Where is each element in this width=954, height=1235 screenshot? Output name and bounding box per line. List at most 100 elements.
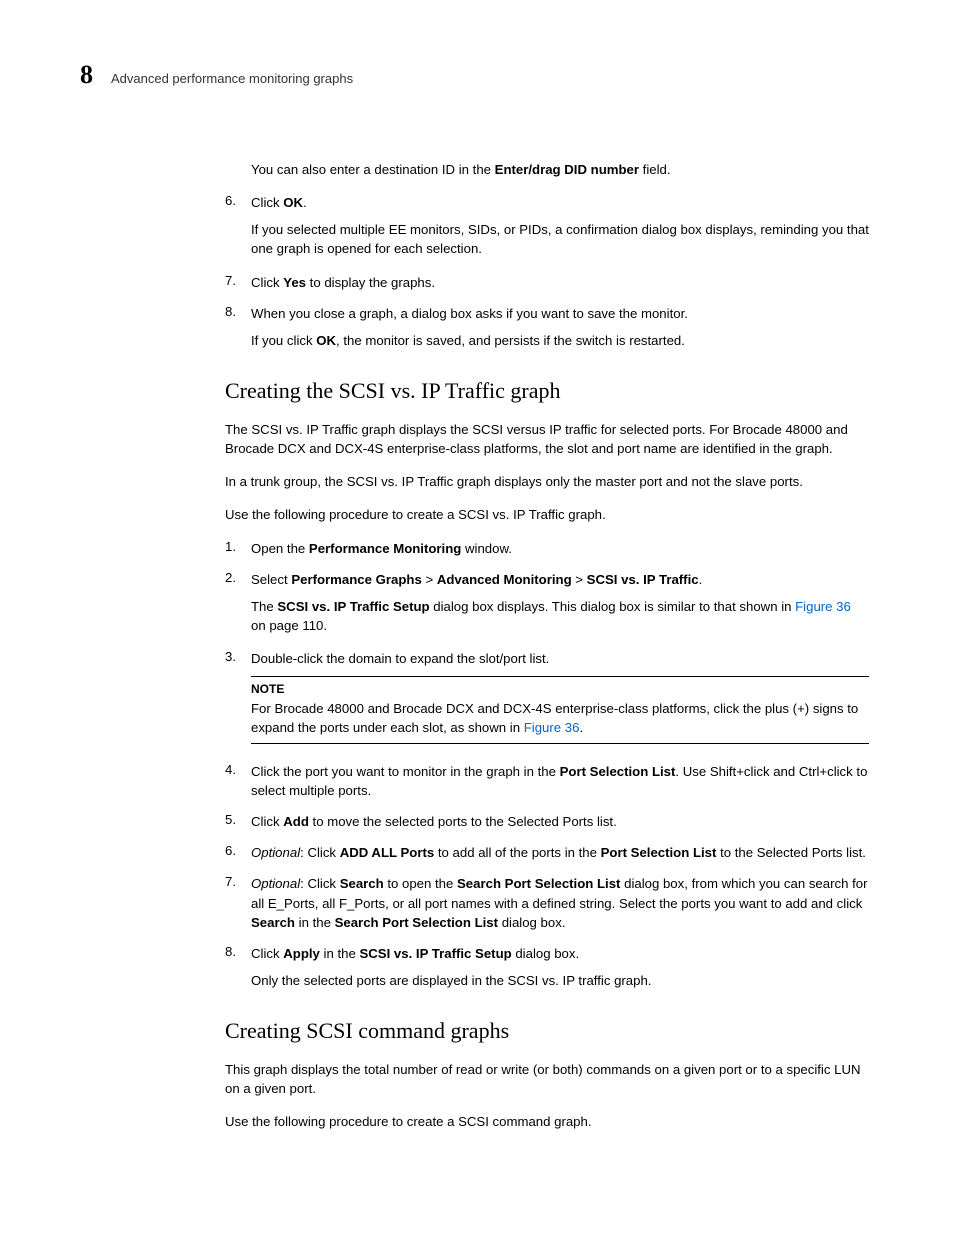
figure-link[interactable]: Figure 36 [524,720,580,735]
bold-text: SCSI vs. IP Traffic Setup [359,946,511,961]
step-7: 7. Click Yes to display the graphs. [225,273,869,292]
step-6-sub: If you selected multiple EE monitors, SI… [251,220,869,258]
s1-step-6: 6. Optional: Click ADD ALL Ports to add … [225,843,869,862]
bold-text: OK [316,333,336,348]
section-heading-scsi-ip: Creating the SCSI vs. IP Traffic graph [225,378,869,404]
text: If you click [251,333,316,348]
text: Click [251,195,283,210]
figure-link[interactable]: Figure 36 [795,599,851,614]
step-body: Select Performance Graphs > Advanced Mon… [251,570,869,589]
step-number: 8. [225,304,251,323]
step-body: Optional: Click Search to open the Searc… [251,874,869,931]
text: to open the [384,876,457,891]
s1-step-8: 8. Click Apply in the SCSI vs. IP Traffi… [225,944,869,963]
page-content: You can also enter a destination ID in t… [225,160,869,1132]
section1-p2: In a trunk group, the SCSI vs. IP Traffi… [225,472,869,491]
section1-p1: The SCSI vs. IP Traffic graph displays t… [225,420,869,458]
s1-step-2-sub: The SCSI vs. IP Traffic Setup dialog box… [251,597,869,635]
bold-text: OK [283,195,303,210]
step-number: 8. [225,944,251,963]
text: in the [295,915,335,930]
text: to the Selected Ports list. [716,845,866,860]
bold-text: Performance Monitoring [309,541,461,556]
italic-text: Optional [251,845,300,860]
italic-text: Optional [251,876,300,891]
step-body: Click Apply in the SCSI vs. IP Traffic S… [251,944,869,963]
step-number: 4. [225,762,251,800]
step-number: 7. [225,273,251,292]
section-heading-scsi-cmd: Creating SCSI command graphs [225,1018,869,1044]
text: , the monitor is saved, and persists if … [336,333,685,348]
bold-text: Add [283,814,309,829]
bold-text: Performance Graphs [291,572,421,587]
text: dialog box. [512,946,579,961]
step-6: 6. Click OK. [225,193,869,212]
text: > [422,572,437,587]
bold-text: SCSI vs. IP Traffic [587,572,699,587]
step-number: 6. [225,843,251,862]
s1-step-1: 1. Open the Performance Monitoring windo… [225,539,869,558]
step-number: 5. [225,812,251,831]
text: Open the [251,541,309,556]
s1-step-4: 4. Click the port you want to monitor in… [225,762,869,800]
step-8-sub: If you click OK, the monitor is saved, a… [251,331,869,350]
step-number: 2. [225,570,251,589]
text: Select [251,572,291,587]
text: . [303,195,307,210]
text: to display the graphs. [306,275,435,290]
bold-text: Search [251,915,295,930]
text: Click the port you want to monitor in th… [251,764,560,779]
step-number: 7. [225,874,251,931]
step-number: 1. [225,539,251,558]
step-body: Click Yes to display the graphs. [251,273,869,292]
bold-text: Search [340,876,384,891]
text: to add all of the ports in the [434,845,600,860]
step-body: Click Add to move the selected ports to … [251,812,869,831]
text: to move the selected ports to the Select… [309,814,617,829]
s1-step-3: 3. Double-click the domain to expand the… [225,649,869,668]
step-number: 6. [225,193,251,212]
page-header: 8 Advanced performance monitoring graphs [80,60,874,90]
s1-step-8-sub: Only the selected ports are displayed in… [251,971,869,990]
s1-step-2: 2. Select Performance Graphs > Advanced … [225,570,869,589]
bold-text: SCSI vs. IP Traffic Setup [277,599,429,614]
header-title: Advanced performance monitoring graphs [111,71,353,86]
bold-text: Search Port Selection List [457,876,620,891]
step-body: Double-click the domain to expand the sl… [251,649,869,668]
text: : Click [300,876,340,891]
step-8: 8. When you close a graph, a dialog box … [225,304,869,323]
section1-p3: Use the following procedure to create a … [225,505,869,524]
text: dialog box displays. This dialog box is … [430,599,796,614]
text: field. [639,162,671,177]
text: in the [320,946,360,961]
text: Click [251,275,283,290]
text: Click [251,814,283,829]
text: on page 110. [251,618,327,633]
bold-text: Advanced Monitoring [437,572,572,587]
s1-step-7: 7. Optional: Click Search to open the Se… [225,874,869,931]
step-body: Optional: Click ADD ALL Ports to add all… [251,843,869,862]
note-text: . [579,720,583,735]
text: . [699,572,703,587]
intro-paragraph: You can also enter a destination ID in t… [251,160,869,179]
chapter-number: 8 [80,60,93,90]
step-body: Click the port you want to monitor in th… [251,762,869,800]
bold-text: Yes [283,275,306,290]
text: Click [251,946,283,961]
bold-text: Apply [283,946,320,961]
step-body: Open the Performance Monitoring window. [251,539,869,558]
text: : Click [300,845,340,860]
bold-text: ADD ALL Ports [340,845,435,860]
text: > [572,572,587,587]
step-body: Click OK. [251,193,869,212]
text: window. [461,541,512,556]
step-number: 3. [225,649,251,668]
bold-text: Enter/drag DID number [495,162,639,177]
text: You can also enter a destination ID in t… [251,162,495,177]
bold-text: Port Selection List [601,845,717,860]
note-box: NOTE For Brocade 48000 and Brocade DCX a… [251,676,869,744]
section2-p1: This graph displays the total number of … [225,1060,869,1098]
step-body: When you close a graph, a dialog box ask… [251,304,869,323]
text: The [251,599,277,614]
text: dialog box. [498,915,565,930]
